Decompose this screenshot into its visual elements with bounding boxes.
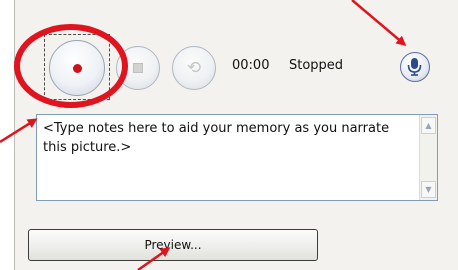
arrow-to-preview bbox=[137, 247, 171, 270]
arrow-to-notes bbox=[0, 118, 38, 144]
arrow-to-microphone bbox=[351, 0, 407, 46]
annotation-arrows bbox=[0, 0, 407, 270]
